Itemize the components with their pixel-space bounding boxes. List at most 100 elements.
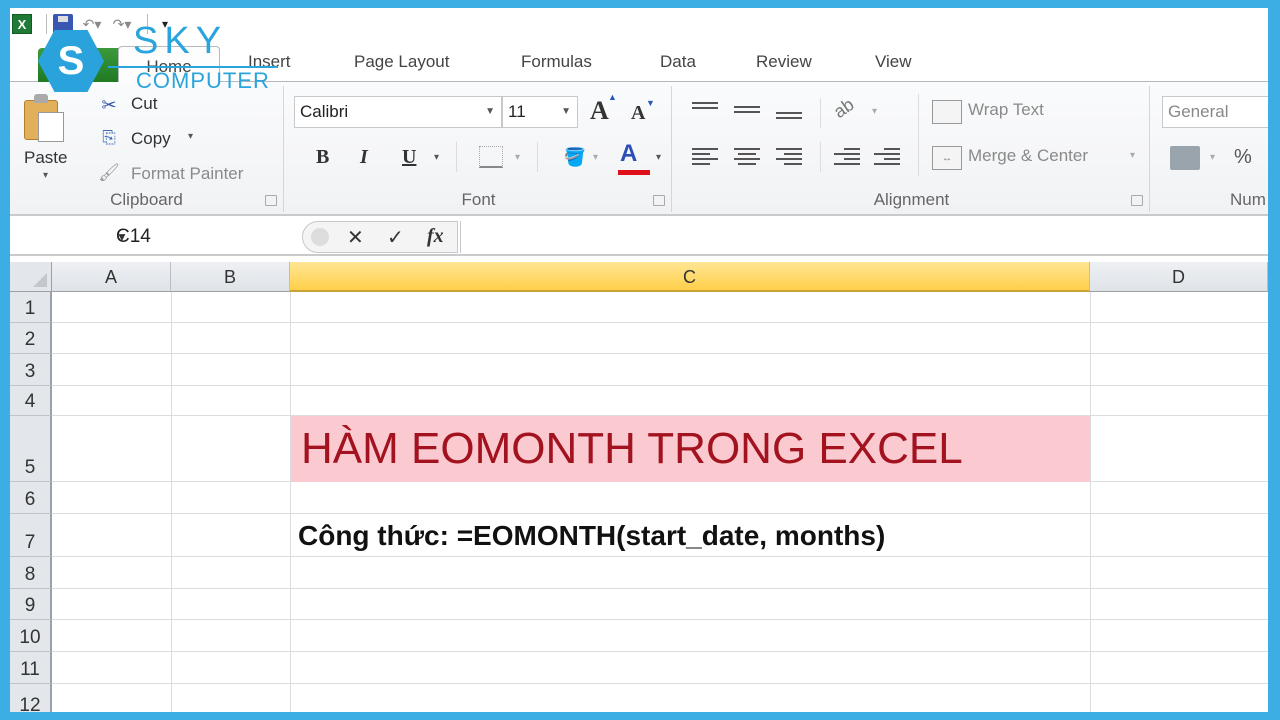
font-group-label: Font — [461, 190, 496, 209]
formula-buttons: ✕ ✓ fx — [302, 221, 458, 253]
column-header-b[interactable]: B — [171, 262, 290, 292]
row-header-4[interactable]: 4 — [10, 386, 52, 416]
wrap-text-button[interactable]: Wrap Text — [968, 100, 1044, 120]
clipboard-launcher-icon[interactable] — [265, 195, 277, 206]
tab-page-layout[interactable]: Page Layout — [354, 52, 449, 72]
column-header-c[interactable]: C — [290, 262, 1090, 292]
gridline — [52, 353, 1268, 354]
accounting-format-icon[interactable] — [1170, 146, 1200, 170]
align-right-icon[interactable] — [776, 148, 802, 166]
font-name-combo[interactable]: Calibri ▼ — [294, 96, 502, 128]
shrink-arrow-icon: ▼ — [646, 98, 655, 108]
percent-style-button[interactable]: % — [1234, 146, 1252, 169]
borders-icon[interactable] — [479, 146, 503, 168]
row-header-8[interactable]: 8 — [10, 557, 52, 589]
row-header-10[interactable]: 10 — [10, 620, 52, 652]
customize-qat-icon[interactable]: ▾ — [154, 13, 176, 35]
alignment-launcher-icon[interactable] — [1131, 195, 1143, 206]
merge-center-button[interactable]: Merge & Center — [968, 146, 1088, 166]
gridline — [52, 619, 1268, 620]
align-center-icon[interactable] — [734, 148, 760, 166]
row-header-3[interactable]: 3 — [10, 354, 52, 386]
align-middle-icon[interactable] — [734, 106, 760, 124]
grip-icon[interactable] — [311, 228, 329, 246]
row-header-12[interactable]: 12 — [10, 684, 52, 712]
copy-icon: ⎘ — [102, 128, 116, 147]
enter-icon[interactable]: ✓ — [387, 225, 404, 250]
gridline — [52, 588, 1268, 589]
number-format-combo[interactable]: General — [1162, 96, 1268, 128]
number-group-label: Num — [1230, 190, 1266, 209]
gridline — [52, 322, 1268, 323]
borders-dropdown-icon[interactable]: ▾ — [515, 152, 520, 163]
font-launcher-icon[interactable] — [653, 195, 665, 206]
tab-insert[interactable]: Insert — [248, 52, 291, 72]
column-header-a[interactable]: A — [52, 262, 171, 292]
gridline — [52, 683, 1268, 684]
chevron-down-icon[interactable]: ▼ — [116, 230, 291, 244]
gridline — [1090, 292, 1091, 712]
gridline — [171, 292, 172, 712]
tab-formulas[interactable]: Formulas — [521, 52, 592, 72]
undo-icon[interactable]: ↶▾ — [81, 13, 103, 35]
tab-data[interactable]: Data — [660, 52, 696, 72]
wrap-text-icon — [932, 100, 962, 124]
divider — [820, 98, 821, 128]
clipboard-group-label: Clipboard — [110, 190, 183, 209]
row-header-6[interactable]: 6 — [10, 482, 52, 514]
font-color-button[interactable]: A — [620, 140, 637, 168]
merge-dropdown-icon[interactable]: ▾ — [1130, 150, 1135, 161]
cell-c5[interactable]: HÀM EOMONTH TRONG EXCEL — [291, 416, 1090, 482]
column-header-d[interactable]: D — [1090, 262, 1268, 292]
increase-indent-icon[interactable] — [874, 148, 900, 166]
paste-dropdown-icon[interactable]: ▾ — [43, 170, 48, 181]
tab-review[interactable]: Review — [756, 52, 812, 72]
grow-font-button[interactable]: A — [590, 96, 609, 126]
divider — [820, 142, 821, 172]
copy-dropdown-icon[interactable]: ▾ — [188, 131, 193, 142]
orientation-dropdown-icon[interactable]: ▾ — [872, 106, 877, 117]
font-group: Calibri ▼ 11 ▼ A ▲ A ▼ B I U ▾ ▾ 🪣 ▾ A ▾ — [286, 86, 672, 212]
underline-button[interactable]: U — [402, 146, 416, 169]
shrink-font-button[interactable]: A — [631, 102, 645, 125]
fill-color-icon[interactable]: 🪣 — [562, 144, 588, 170]
orientation-icon[interactable]: ab — [830, 94, 858, 123]
fill-color-dropdown-icon[interactable]: ▾ — [593, 152, 598, 163]
cancel-icon[interactable]: ✕ — [347, 225, 364, 250]
row-header-7[interactable]: 7 — [10, 514, 52, 557]
format-painter-button[interactable]: Format Painter — [131, 164, 243, 184]
paste-icon[interactable] — [24, 94, 68, 142]
align-top-icon[interactable] — [692, 102, 718, 120]
divider — [46, 14, 47, 34]
row-header-1[interactable]: 1 — [10, 292, 52, 323]
underline-dropdown-icon[interactable]: ▾ — [434, 152, 439, 163]
row-header-5[interactable]: 5 — [10, 416, 52, 482]
cut-button[interactable]: Cut — [131, 94, 157, 114]
formula-input[interactable] — [460, 221, 1268, 253]
cell-c7[interactable]: Công thức: =EOMONTH(start_date, months) — [291, 514, 1090, 557]
divider — [918, 94, 919, 176]
insert-function-icon[interactable]: fx — [427, 225, 444, 248]
row-header-9[interactable]: 9 — [10, 589, 52, 620]
align-bottom-icon[interactable] — [776, 112, 802, 130]
row-header-11[interactable]: 11 — [10, 652, 52, 684]
decrease-indent-icon[interactable] — [834, 148, 860, 166]
select-all-button[interactable] — [10, 262, 52, 292]
clipboard-group: Paste ▾ ✂ Cut ⎘ Copy ▾ 🖌 Format Painter … — [10, 86, 284, 212]
tab-view[interactable]: View — [875, 52, 912, 72]
bold-button[interactable]: B — [316, 146, 329, 169]
accounting-dropdown-icon[interactable]: ▾ — [1210, 152, 1215, 163]
number-group: General ▾ % Num — [1152, 86, 1268, 212]
divider — [147, 14, 148, 34]
redo-icon[interactable]: ↷▾ — [111, 13, 133, 35]
font-color-dropdown-icon[interactable]: ▾ — [656, 152, 661, 163]
paste-button[interactable]: Paste — [24, 148, 67, 168]
align-left-icon[interactable] — [692, 148, 718, 166]
tab-home[interactable]: Home — [118, 46, 220, 83]
row-header-2[interactable]: 2 — [10, 323, 52, 354]
copy-button[interactable]: Copy — [131, 129, 171, 149]
italic-button[interactable]: I — [360, 146, 368, 169]
name-box[interactable]: C14 ▼ — [10, 221, 295, 253]
save-icon[interactable] — [53, 14, 73, 34]
font-size-combo[interactable]: 11 ▼ — [502, 96, 578, 128]
